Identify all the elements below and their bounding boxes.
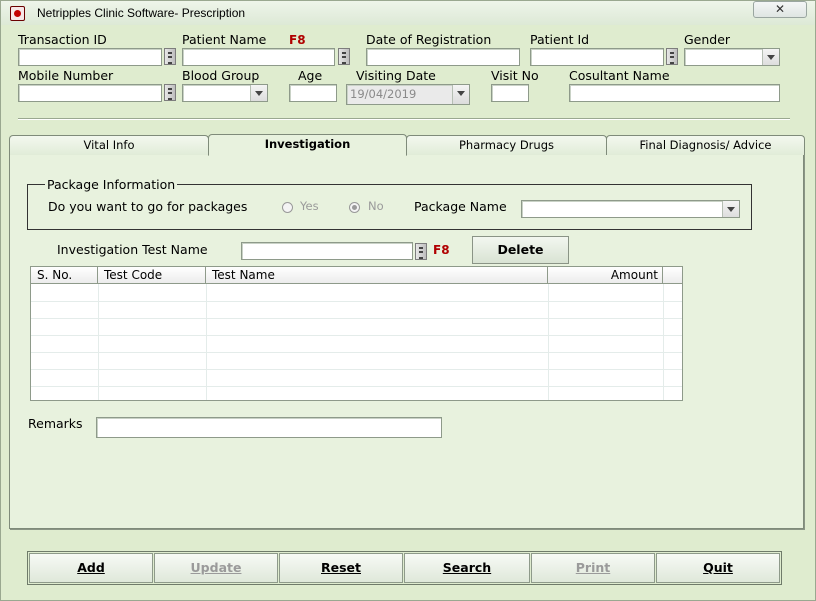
grid-row-line	[31, 369, 682, 370]
column-header-test-name[interactable]: Test Name	[206, 267, 548, 284]
patient-id-field[interactable]	[530, 48, 664, 66]
patient-id-label: Patient Id	[530, 32, 590, 47]
package-information-title: Package Information	[45, 177, 178, 192]
tab-vital-info[interactable]: Vital Info	[9, 135, 209, 155]
package-no-radio[interactable]	[349, 202, 360, 213]
gender-label: Gender	[684, 32, 731, 47]
header-divider	[18, 118, 790, 120]
reset-button[interactable]: Reset	[279, 553, 403, 583]
investigation-hotkey: F8	[433, 243, 450, 257]
age-field[interactable]	[289, 84, 337, 102]
blood-group-select[interactable]	[182, 84, 268, 102]
close-icon: ✕	[774, 2, 786, 16]
window-title: Netripples Clinic Software- Prescription	[37, 6, 246, 20]
column-header-amount[interactable]: Amount	[548, 267, 663, 284]
tab-investigation[interactable]: Investigation	[208, 134, 407, 156]
consultant-name-field[interactable]	[569, 84, 780, 102]
grid-row-line	[31, 301, 682, 302]
investigation-grid[interactable]: S. No. Test Code Test Name Amount	[30, 266, 683, 401]
close-button[interactable]: ✕	[753, 1, 807, 18]
gender-select[interactable]	[684, 48, 780, 66]
package-question: Do you want to go for packages	[48, 199, 248, 214]
date-of-registration-label: Date of Registration	[366, 32, 492, 47]
transaction-id-lookup-icon[interactable]	[164, 48, 176, 65]
patient-name-hotkey: F8	[289, 33, 306, 47]
title-bar: Netripples Clinic Software- Prescription…	[1, 1, 815, 25]
package-name-label: Package Name	[414, 199, 507, 214]
remarks-field[interactable]	[96, 417, 442, 438]
transaction-id-field[interactable]	[18, 48, 162, 66]
investigation-lookup-icon[interactable]	[415, 243, 427, 260]
print-button[interactable]: Print	[531, 553, 655, 583]
remarks-label: Remarks	[28, 416, 83, 431]
mobile-number-label: Mobile Number	[18, 68, 114, 83]
transaction-id-label: Transaction ID	[18, 32, 107, 47]
grid-row-line	[31, 352, 682, 353]
mobile-number-lookup-icon[interactable]	[164, 84, 176, 101]
investigation-test-field[interactable]	[241, 242, 413, 260]
prescription-window: Netripples Clinic Software- Prescription…	[0, 0, 816, 601]
add-button[interactable]: Add	[29, 553, 153, 583]
tab-final-diagnosis-advice[interactable]: Final Diagnosis/ Advice	[606, 135, 805, 155]
age-label: Age	[298, 68, 323, 83]
app-icon	[10, 6, 25, 21]
chevron-down-icon[interactable]	[452, 85, 469, 104]
search-button[interactable]: Search	[404, 553, 530, 583]
chevron-down-icon[interactable]	[762, 49, 779, 65]
chevron-down-icon[interactable]	[250, 85, 267, 101]
tab-pharmacy-drugs[interactable]: Pharmacy Drugs	[406, 135, 607, 155]
update-button[interactable]: Update	[154, 553, 278, 583]
mobile-number-field[interactable]	[18, 84, 162, 102]
visit-no-field[interactable]	[491, 84, 529, 102]
tab-label: Vital Info	[83, 138, 135, 152]
visiting-date-picker[interactable]: 19/04/2019	[346, 84, 470, 105]
tab-label: Pharmacy Drugs	[459, 138, 554, 152]
investigation-test-label: Investigation Test Name	[57, 242, 208, 257]
tab-label: Investigation	[264, 137, 351, 151]
column-header-blank	[663, 267, 682, 284]
visit-no-label: Visit No	[491, 68, 539, 83]
package-yes-radio[interactable]	[282, 202, 293, 213]
blood-group-label: Blood Group	[182, 68, 260, 83]
date-of-registration-field[interactable]	[366, 48, 520, 66]
tab-label: Final Diagnosis/ Advice	[639, 138, 772, 152]
package-yes-label: Yes	[300, 199, 319, 213]
patient-name-lookup-icon[interactable]	[338, 48, 350, 65]
consultant-name-label: Cosultant Name	[569, 68, 670, 83]
grid-row-line	[31, 335, 682, 336]
column-header-s-no[interactable]: S. No.	[31, 267, 98, 284]
package-no-label: No	[368, 199, 384, 213]
patient-name-label: Patient Name	[182, 32, 267, 47]
visiting-date-label: Visiting Date	[356, 68, 436, 83]
grid-row-line	[31, 386, 682, 387]
patient-name-field[interactable]	[182, 48, 335, 66]
column-header-test-code[interactable]: Test Code	[98, 267, 206, 284]
visiting-date-value: 19/04/2019	[350, 87, 417, 101]
grid-row-line	[31, 318, 682, 319]
quit-button[interactable]: Quit	[656, 553, 780, 583]
delete-button[interactable]: Delete	[472, 236, 569, 264]
package-name-select[interactable]	[521, 200, 740, 218]
patient-id-lookup-icon[interactable]	[666, 48, 678, 65]
chevron-down-icon[interactable]	[722, 201, 739, 217]
